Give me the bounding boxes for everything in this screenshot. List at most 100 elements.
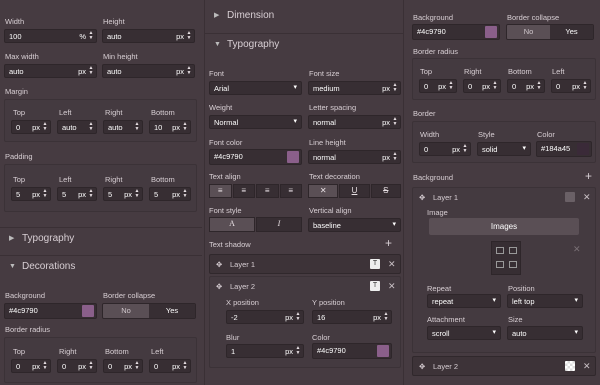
text-shadow-label: Text shadow [209, 240, 251, 249]
no-option[interactable]: No [103, 304, 149, 318]
caret-down-icon: ▾ [293, 118, 297, 125]
border-collapse-toggle[interactable]: No Yes [506, 24, 594, 40]
border-width-input[interactable]: 0 px ▲ ▼ [419, 142, 471, 156]
blur-label: Blur [226, 333, 240, 342]
attachment-select[interactable]: scroll ▾ [427, 326, 501, 340]
caret-down-icon: ▾ [522, 145, 526, 152]
color-swatch[interactable] [577, 143, 589, 155]
radius-bottom-input[interactable]: 0 px ▲ ▼ [103, 359, 143, 373]
shadow-layer-1[interactable]: ✥ Layer 1 T ✕ [209, 254, 401, 274]
font-color-input[interactable]: #4c9790 [209, 149, 302, 165]
typography-section-header[interactable]: ▼ Typography [205, 33, 403, 55]
font-size-label: Font size [309, 69, 340, 78]
typography-section-header[interactable]: ▶ Typography [0, 227, 202, 249]
repeat-select[interactable]: repeat ▾ [427, 294, 501, 308]
drag-handle-icon[interactable]: ✥ [419, 362, 425, 371]
font-style-normal-button[interactable]: A [209, 217, 255, 232]
add-layer-icon[interactable]: + [585, 169, 592, 183]
color-swatch[interactable] [377, 345, 389, 357]
min-height-input[interactable]: auto px ▲ ▼ [102, 64, 195, 78]
image-label: Image [427, 208, 448, 217]
color-swatch[interactable] [82, 305, 94, 317]
radius-left-input[interactable]: 0 px ▲ ▼ [551, 79, 591, 93]
margin-right-input[interactable]: auto ▲ ▼ [103, 120, 143, 134]
padding-top-input[interactable]: 5 px ▲ ▼ [11, 187, 51, 201]
caret-down-icon: ▾ [492, 329, 496, 336]
images-button[interactable]: Images [429, 218, 579, 235]
radius-top-input[interactable]: 0 px ▲ ▼ [419, 79, 457, 93]
decorations-section-header[interactable]: ▼ Decorations [0, 255, 202, 277]
height-input[interactable]: auto px ▲ ▼ [102, 29, 195, 43]
font-select[interactable]: Arial ▾ [209, 81, 302, 95]
text-preview-icon[interactable]: T [370, 281, 380, 291]
border-color-input[interactable]: #184a45 [536, 141, 592, 157]
shadow-color-input[interactable]: #4c9790 [312, 343, 392, 359]
dimension-section-header[interactable]: ▶ Dimension [205, 5, 403, 27]
x-position-input[interactable]: -2 px ▲ ▼ [226, 310, 304, 324]
padding-left-input[interactable]: 5 px ▲ ▼ [57, 187, 97, 201]
letter-spacing-input[interactable]: normal px ▲ ▼ [308, 115, 401, 129]
padding-right-label: Right [105, 175, 123, 184]
yes-option[interactable]: Yes [550, 25, 593, 39]
text-preview-icon[interactable]: T [370, 259, 380, 269]
align-right-icon[interactable]: ≡ [256, 184, 279, 198]
background-color-input[interactable]: #4c9790 [412, 24, 500, 40]
transparency-preview-icon[interactable] [565, 361, 575, 371]
chevron-right-icon: ▶ [9, 235, 15, 242]
y-position-input[interactable]: 16 px ▲ ▼ [312, 310, 392, 324]
caret-down-icon: ▾ [574, 297, 578, 304]
drag-handle-icon[interactable]: ✥ [419, 193, 425, 202]
close-icon[interactable]: ✕ [583, 361, 591, 372]
align-center-icon[interactable]: ≡ [232, 184, 255, 198]
margin-bottom-input[interactable]: 10 px ▲ ▼ [149, 120, 191, 134]
image-thumbnail[interactable] [491, 241, 521, 275]
padding-right-input[interactable]: 5 px ▲ ▼ [103, 187, 143, 201]
repeat-label: Repeat [427, 284, 452, 293]
y-position-label: Y position [312, 298, 345, 307]
padding-bottom-input[interactable]: 5 px ▲ ▼ [149, 187, 191, 201]
drag-handle-icon[interactable]: ✥ [216, 282, 222, 291]
width-input[interactable]: 100% ▲ ▼ [4, 29, 97, 43]
weight-select[interactable]: Normal ▾ [209, 115, 302, 129]
add-layer-icon[interactable]: + [385, 236, 392, 250]
background-layer-2[interactable]: ✥ Layer 2 ✕ [412, 356, 596, 376]
color-swatch[interactable] [287, 151, 299, 163]
margin-top-input[interactable]: 0 px ▲ ▼ [11, 120, 51, 134]
position-select[interactable]: left top ▾ [507, 294, 583, 308]
max-width-input[interactable]: auto px ▲ ▼ [4, 64, 97, 78]
radius-left-input[interactable]: 0 px ▲ ▼ [149, 359, 191, 373]
text-decoration-group: ✕ U S [308, 184, 401, 198]
blur-input[interactable]: 1 px ▲ ▼ [226, 344, 304, 358]
margin-left-input[interactable]: auto ▲ ▼ [57, 120, 97, 134]
no-option[interactable]: No [507, 25, 550, 39]
font-size-input[interactable]: medium px ▲ ▼ [308, 81, 401, 95]
layer-label: Layer 2 [230, 282, 256, 291]
border-collapse-toggle[interactable]: No Yes [102, 303, 196, 319]
radius-right-input[interactable]: 0 px ▲ ▼ [463, 79, 501, 93]
color-swatch[interactable] [485, 26, 497, 38]
align-justify-icon[interactable]: ≡ [279, 184, 302, 198]
strikethrough-icon[interactable]: S [370, 184, 401, 198]
decoration-none-icon[interactable]: ✕ [308, 184, 339, 198]
radius-bottom-input[interactable]: 0 px ▲ ▼ [507, 79, 545, 93]
vertical-align-select[interactable]: baseline ▾ [308, 218, 401, 232]
border-style-select[interactable]: solid ▾ [477, 142, 531, 156]
align-left-icon[interactable]: ≡ [209, 184, 232, 198]
yes-option[interactable]: Yes [149, 304, 195, 318]
radius-top-input[interactable]: 0 px ▲ ▼ [11, 359, 51, 373]
close-icon[interactable]: ✕ [388, 281, 396, 292]
remove-image-icon[interactable]: ✕ [573, 244, 581, 255]
radius-left-label: Left [151, 347, 164, 356]
underline-icon[interactable]: U [339, 184, 370, 198]
background-color-input[interactable]: #4c9790 [4, 303, 97, 319]
preview-icon[interactable] [565, 192, 575, 202]
close-icon[interactable]: ✕ [583, 192, 591, 203]
radius-right-input[interactable]: 0 px ▲ ▼ [57, 359, 97, 373]
color-label: Color [312, 333, 330, 342]
close-icon[interactable]: ✕ [388, 259, 396, 270]
size-select[interactable]: auto ▾ [507, 326, 583, 340]
radius-top-label: Top [420, 67, 433, 76]
font-style-italic-button[interactable]: I [256, 217, 302, 232]
drag-handle-icon[interactable]: ✥ [216, 260, 222, 269]
line-height-input[interactable]: normal px ▲ ▼ [308, 150, 401, 164]
